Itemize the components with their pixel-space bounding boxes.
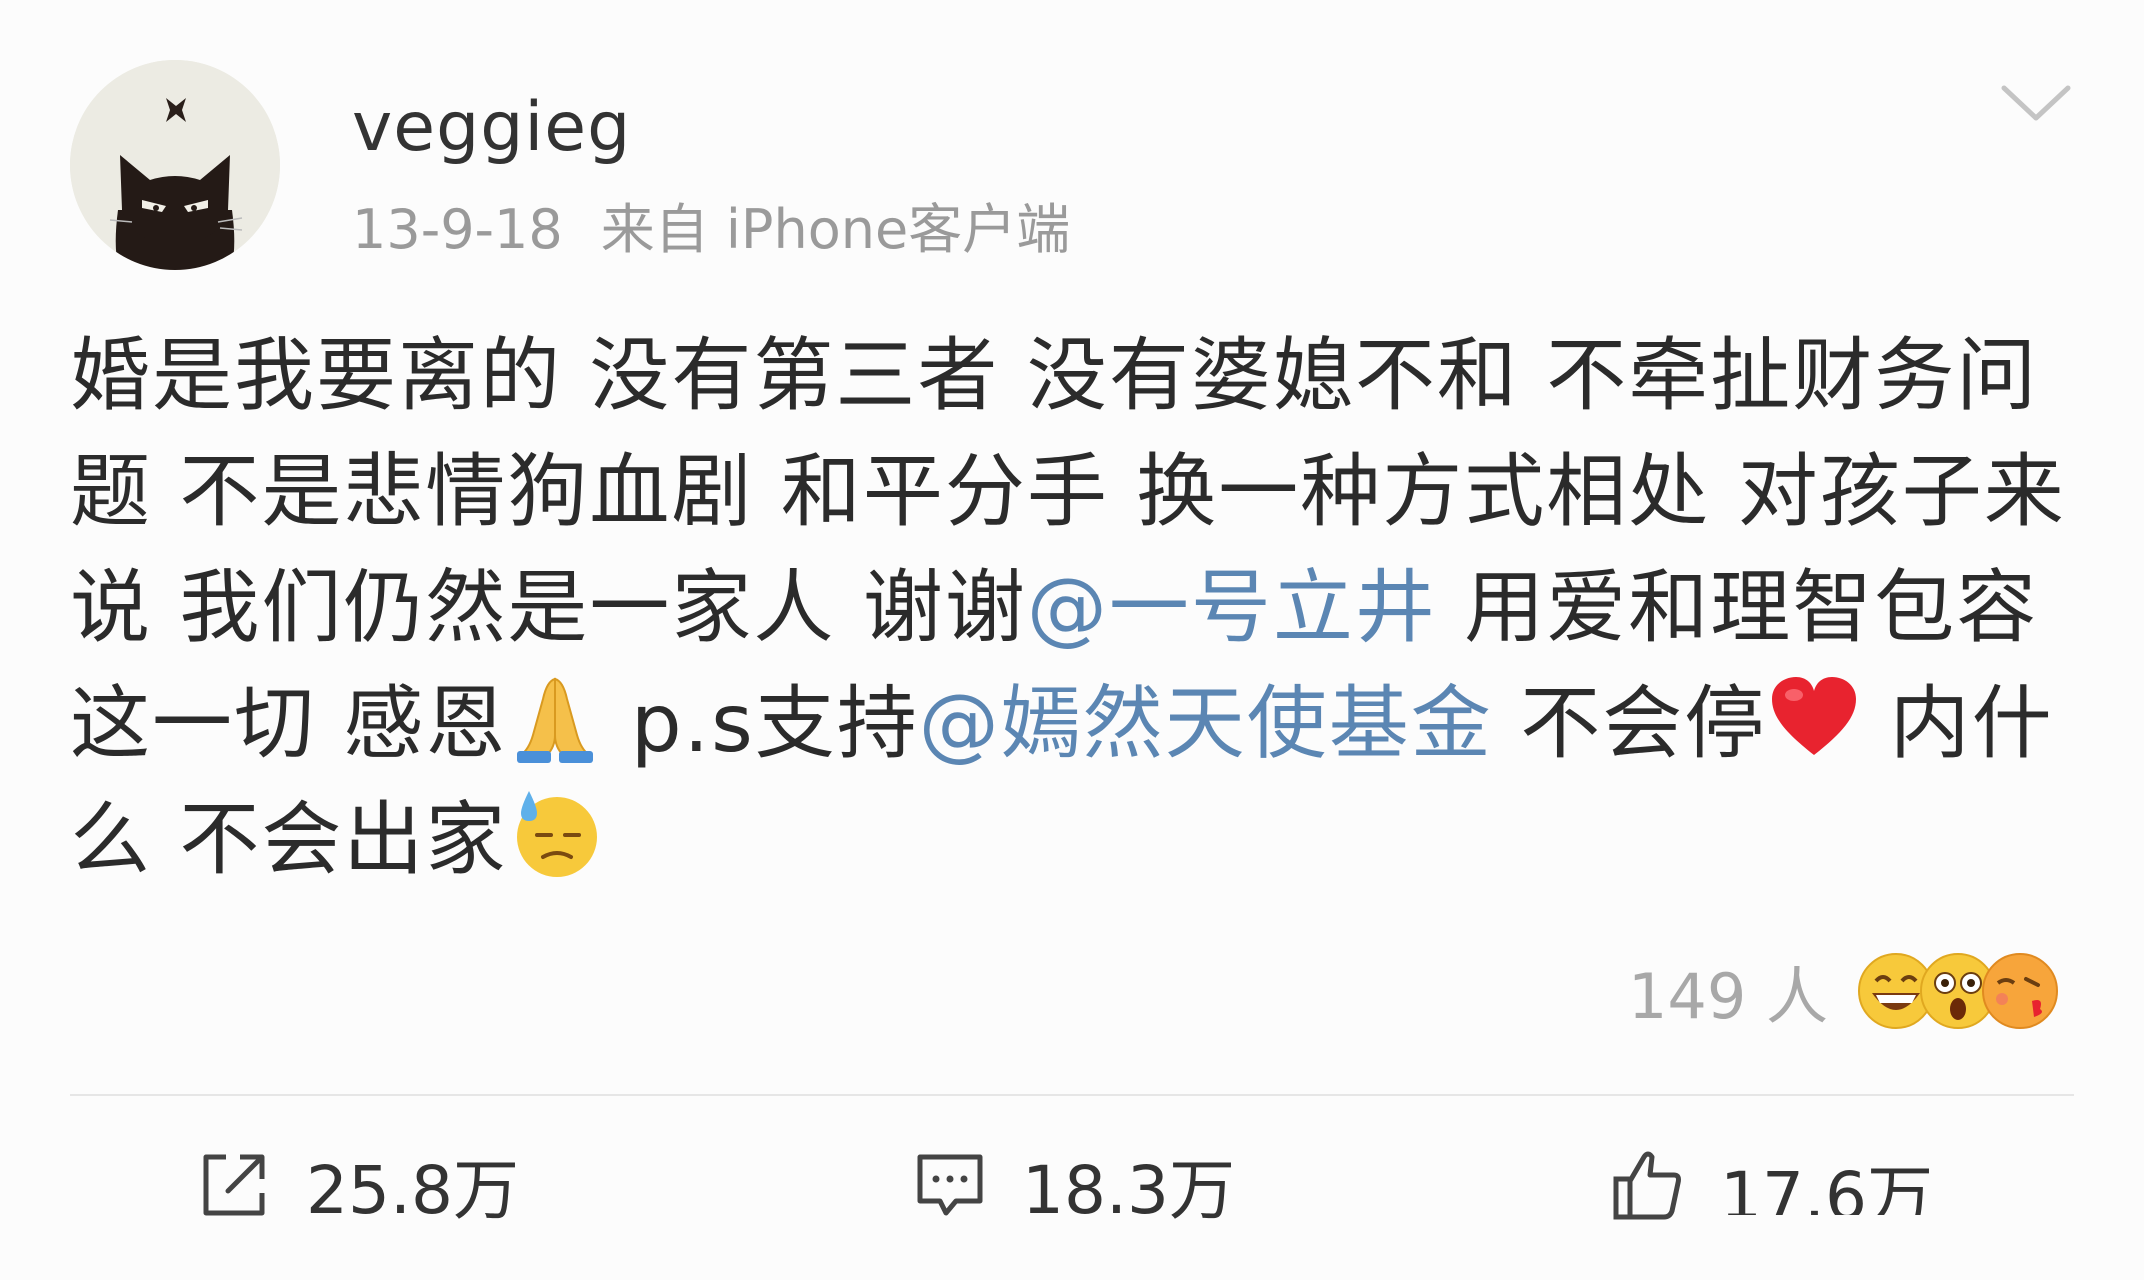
reaction-emoji-stack xyxy=(1856,946,2066,1036)
folded-hands-emoji xyxy=(507,669,603,765)
username[interactable]: veggieg xyxy=(352,88,631,168)
comment-button[interactable]: 18.3万 xyxy=(912,1130,1235,1240)
reaction-count: 149 人 xyxy=(1627,960,1828,1033)
comment-count: 18.3万 xyxy=(1022,1152,1235,1229)
action-bar: 25.8万 18.3万 17.6万 xyxy=(0,1130,2144,1240)
post-date: 13-9-18 xyxy=(352,198,563,261)
post-text-segment: p.s支持 xyxy=(603,677,919,770)
thumbs-up-icon xyxy=(1610,1147,1686,1223)
repost-icon xyxy=(196,1147,272,1223)
reactions-summary[interactable]: 149 人 xyxy=(1628,946,2066,1036)
mention-link[interactable]: @嫣然天使基金 xyxy=(919,677,1493,770)
post-source: 来自 iPhone客户端 xyxy=(600,198,1071,261)
weibo-post-card: veggieg 13-9-18 来自 iPhone客户端 婚是我要离的 没有第三者… xyxy=(0,0,2144,1280)
divider xyxy=(70,1094,2074,1096)
like-count: 17.6万 xyxy=(1720,1158,1933,1215)
like-button[interactable]: 17.6万 xyxy=(1610,1130,1933,1240)
downcast-sweat-emoji xyxy=(507,785,603,881)
mention-link[interactable]: @一号立井 xyxy=(1027,561,1437,654)
post-meta: 13-9-18 来自 iPhone客户端 xyxy=(352,198,1070,262)
repost-count: 25.8万 xyxy=(306,1152,519,1229)
more-options-chevron[interactable] xyxy=(1996,74,2076,134)
red-heart-emoji xyxy=(1766,669,1862,765)
avatar[interactable] xyxy=(70,60,280,270)
black-cat-avatar-icon xyxy=(70,60,280,270)
repost-button[interactable]: 25.8万 xyxy=(196,1130,519,1240)
chevron-down-icon xyxy=(2001,85,2071,121)
comment-icon xyxy=(912,1147,988,1223)
post-text-segment: 不会停 xyxy=(1492,677,1767,770)
post-body: 婚是我要离的 没有第三者 没有婆媳不和 不牵扯财务问题 不是悲情狗血剧 和平分手… xyxy=(70,318,2070,898)
kiss-emoji xyxy=(1980,951,2060,1031)
